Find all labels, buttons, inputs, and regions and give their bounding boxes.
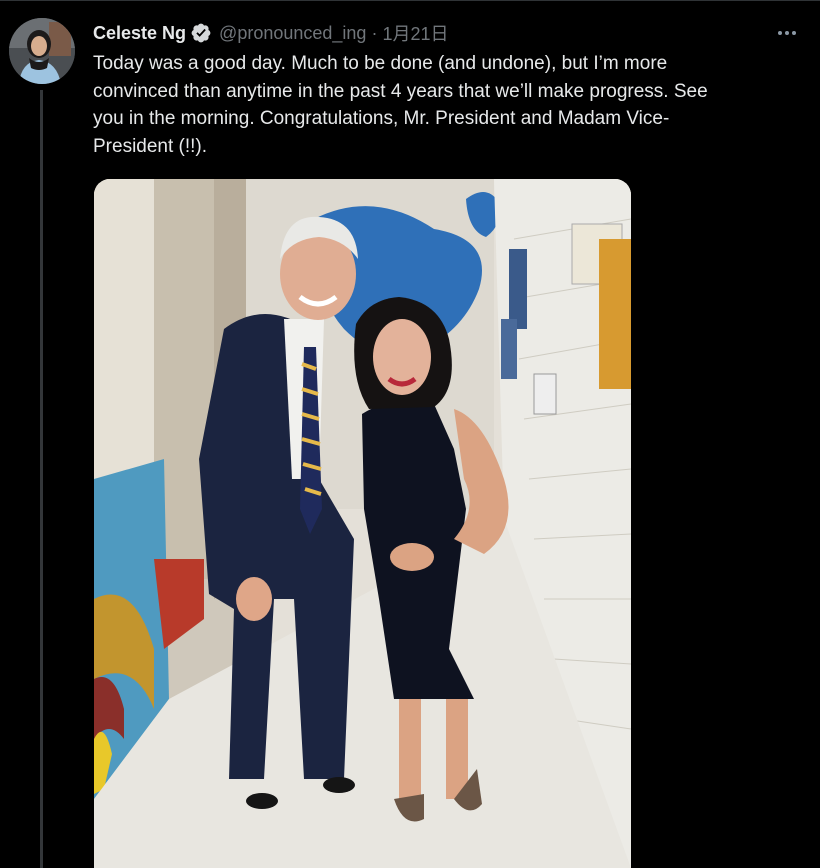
tweet-text-line: convinced than anytime in the past 4 yea… (93, 80, 708, 102)
handle[interactable]: @pronounced_ing (219, 23, 366, 44)
tweet: Celeste Ng @pronounced_ing · 1月21日 Today… (0, 0, 820, 868)
display-name[interactable]: Celeste Ng (93, 23, 186, 44)
divider (0, 0, 820, 1)
tweet-text-line: President (!!). (93, 135, 208, 157)
avatar[interactable] (9, 18, 75, 84)
tweet-text: Today was a good day. Much to be done (a… (93, 50, 793, 160)
thread-line (40, 90, 43, 868)
more-options-icon[interactable] (770, 20, 804, 46)
separator-dot: · (371, 22, 378, 43)
tweet-header: Celeste Ng @pronounced_ing · 1月21日 (93, 19, 448, 47)
timestamp[interactable]: 1月21日 (382, 20, 448, 46)
tweet-text-line: Today was a good day. Much to be done (a… (93, 53, 668, 74)
tweet-photo[interactable] (94, 179, 631, 868)
verified-badge-icon (190, 22, 212, 44)
tweet-text-line: you in the morning. Congratulations, Mr.… (93, 108, 670, 129)
